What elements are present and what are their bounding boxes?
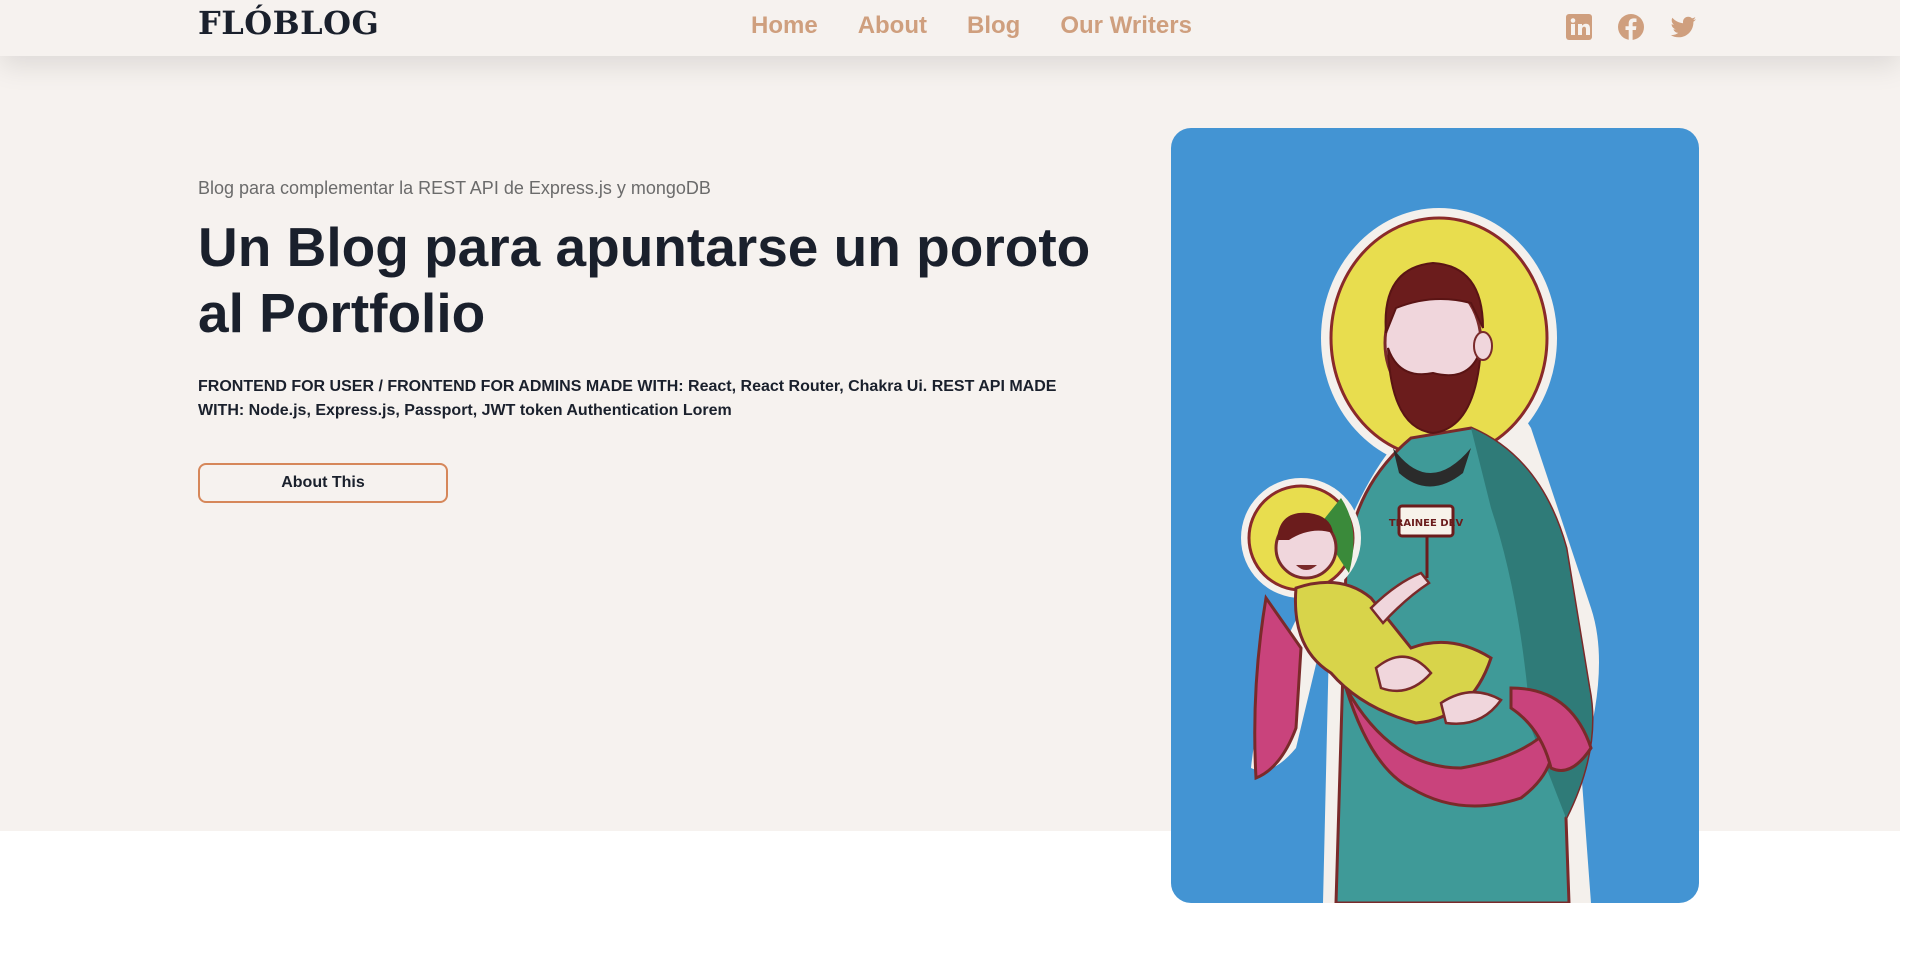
linkedin-icon[interactable] bbox=[1564, 12, 1594, 42]
hero-illustration: TRAINEE DEV bbox=[1171, 128, 1699, 903]
page: FLÓBLOG Home About Blog Our Writers Blog bbox=[0, 0, 1900, 977]
about-this-button[interactable]: About This bbox=[198, 463, 448, 503]
logo[interactable]: FLÓBLOG bbox=[198, 4, 379, 42]
hero-tagline: Blog para complementar la REST API de Ex… bbox=[198, 178, 711, 198]
nav-link-about[interactable]: About bbox=[858, 12, 927, 40]
sign-text: TRAINEE DEV bbox=[1389, 518, 1464, 529]
hero-description: FRONTEND FOR USER / FRONTEND FOR ADMINS … bbox=[198, 378, 1057, 419]
social-links bbox=[1564, 12, 1698, 42]
nav-link-home[interactable]: Home bbox=[751, 12, 818, 40]
nav-link-our-writers[interactable]: Our Writers bbox=[1060, 12, 1192, 40]
navbar: FLÓBLOG Home About Blog Our Writers bbox=[0, 0, 1900, 56]
nav-links: Home About Blog Our Writers bbox=[751, 12, 1192, 40]
twitter-icon[interactable] bbox=[1668, 12, 1698, 42]
facebook-icon[interactable] bbox=[1616, 12, 1646, 42]
hero-headline: Un Blog para apuntarse un poroto al Port… bbox=[198, 216, 1091, 344]
nav-link-blog[interactable]: Blog bbox=[967, 12, 1020, 40]
saint-father-child-illustration: TRAINEE DEV bbox=[1241, 208, 1599, 903]
